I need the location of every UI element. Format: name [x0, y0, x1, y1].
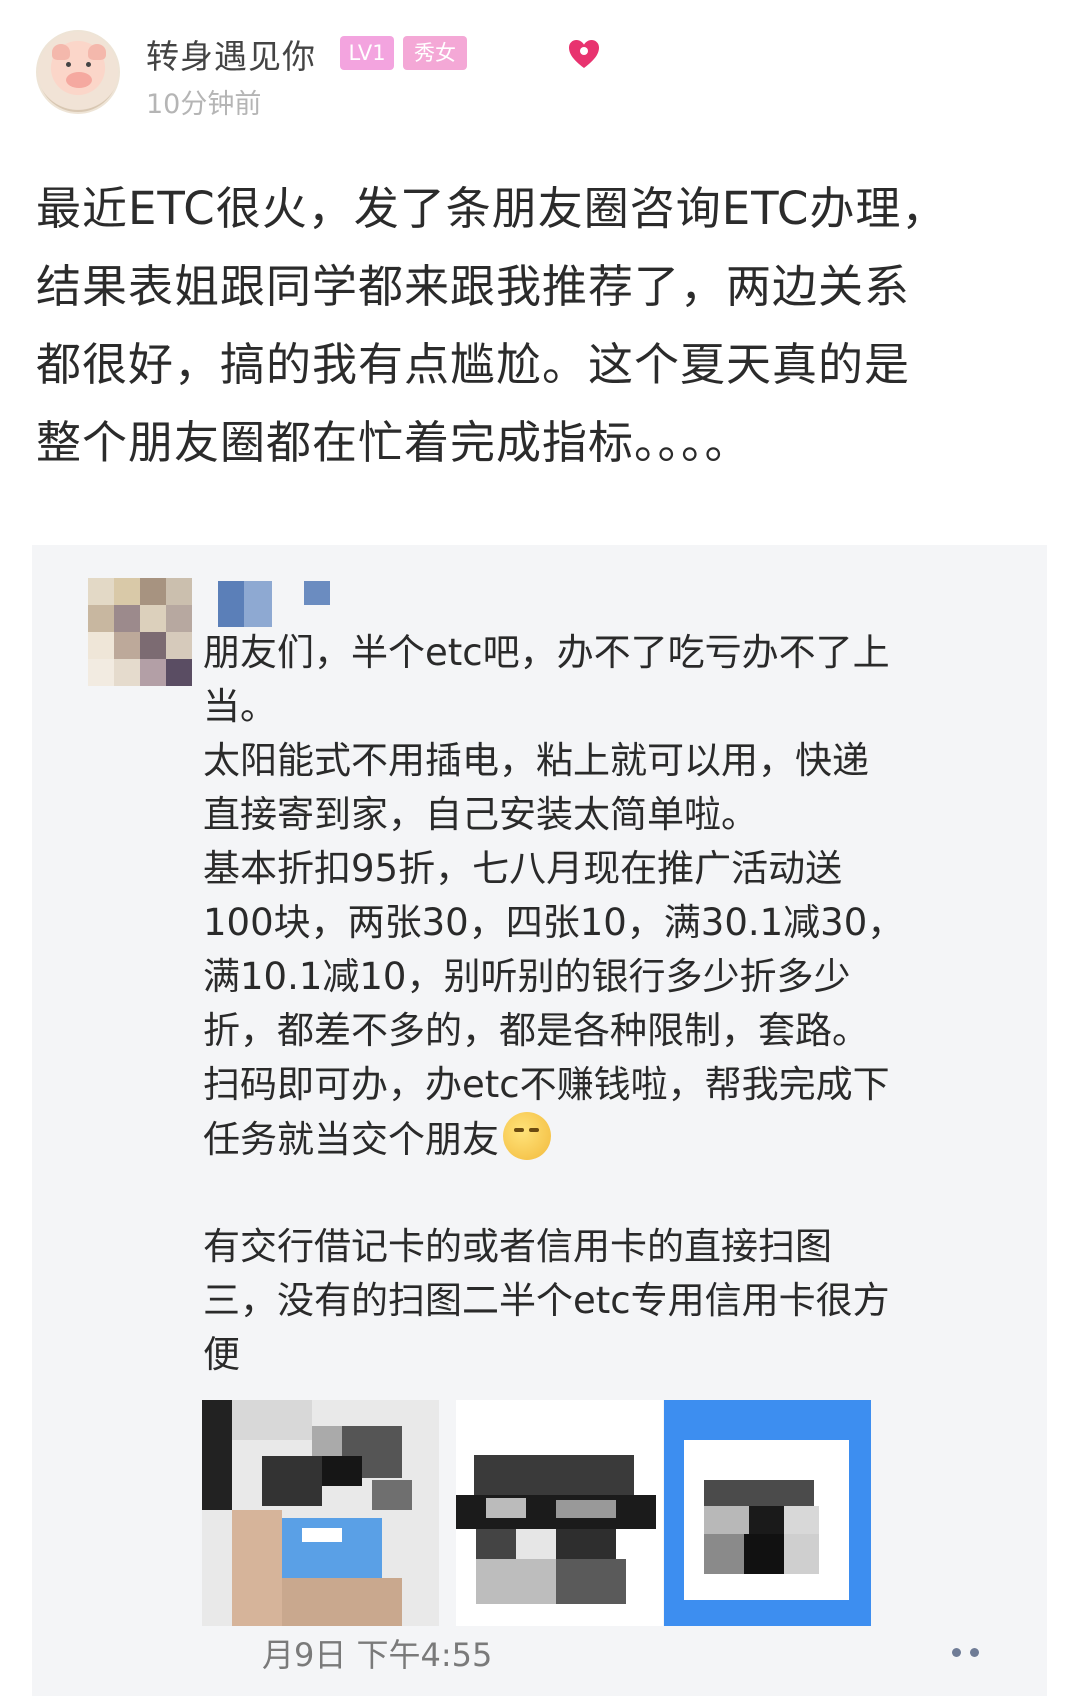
moment-avatar-pixelated — [88, 578, 192, 686]
qr-code-thumbnail[interactable] — [456, 1400, 663, 1626]
moment-text-line: 基本折扣95折，七八月现在推广活动送 — [203, 847, 843, 890]
moment-text-line: 三，没有的扫图二半个etc专用信用卡很方 — [203, 1279, 890, 1322]
moment-text-line: 折，都差不多的，都是各种限制，套路。 — [203, 1009, 869, 1052]
moment-name-pixelated — [218, 575, 336, 627]
moment-text-line: 有交行借记卡的或者信用卡的直接扫图 — [203, 1225, 832, 1268]
level-badge: LV1 — [340, 36, 394, 70]
post-time: 10分钟前 — [146, 89, 262, 120]
moment-text: 朋友们，半个etc吧，办不了吃亏办不了上 当。 太阳能式不用插电，粘上就可以用，… — [203, 626, 1023, 1382]
card-photo-thumbnail[interactable] — [202, 1400, 439, 1626]
more-options-icon[interactable] — [948, 1644, 988, 1660]
avatar-ear — [52, 44, 70, 60]
moment-text-line: 太阳能式不用插电，粘上就可以用，快递 — [203, 739, 869, 782]
avatar-snout — [66, 72, 92, 88]
moment-text-line: 满10.1减10，别听别的银行多少折多少 — [203, 955, 851, 998]
post-body-line: 最近ETC很火，发了条朋友圈咨询ETC办理， — [36, 182, 948, 235]
heart-icon[interactable] — [566, 36, 602, 72]
post-body: 最近ETC很火，发了条朋友圈咨询ETC办理， 结果表姐跟同学都来跟我推荐了，两边… — [36, 170, 1046, 482]
moment-text-line: 100块，两张30，四张10，满30.1减30， — [203, 901, 905, 944]
gender-badge: 秀女 — [403, 36, 467, 70]
post-header: 转身遇见你 LV1 秀女 10分钟前 — [0, 0, 1079, 140]
moment-text-line: 直接寄到家，自己安装太简单啦。 — [203, 793, 758, 836]
moment-text-line: 扫码即可办，办etc不赚钱啦，帮我完成下 — [203, 1063, 890, 1106]
moment-text-line-with-emoji: 任务就当交个朋友 — [203, 1112, 1023, 1166]
user-avatar[interactable] — [36, 30, 120, 114]
avatar-ear — [88, 44, 106, 60]
moment-text-segment: 任务就当交个朋友 — [203, 1118, 499, 1161]
post-body-line: 整个朋友圈都在忙着完成指标。。。。 — [36, 416, 751, 469]
avatar-eye — [66, 62, 71, 67]
moment-text-line: 朋友们，半个etc吧，办不了吃亏办不了上 — [203, 631, 890, 674]
moment-text-line: 便 — [203, 1333, 240, 1376]
post-body-line: 结果表姐跟同学都来跟我推荐了，两边关系 — [36, 260, 911, 313]
avatar-eye — [86, 62, 91, 67]
qr-code-blue-thumbnail[interactable] — [664, 1400, 871, 1626]
username[interactable]: 转身遇见你 — [146, 30, 316, 78]
moment-time: 月9日 下午4:55 — [262, 1636, 493, 1674]
moment-text-line: 当。 — [203, 685, 277, 728]
post-body-line: 都很好，搞的我有点尴尬。这个夏天真的是 — [36, 338, 911, 391]
thinking-emoji-icon — [503, 1112, 551, 1160]
